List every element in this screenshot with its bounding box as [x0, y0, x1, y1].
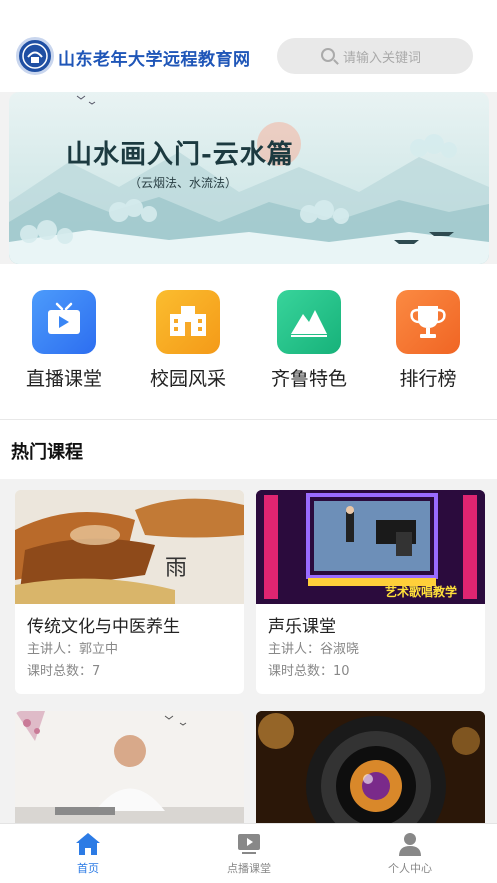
nav-campus-style[interactable]: 校园风采	[138, 290, 238, 391]
nav-label: 校园风采	[149, 368, 226, 390]
trophy-icon	[396, 290, 460, 354]
landscape-painting	[9, 95, 489, 264]
bottom-tab-bar: 首页 点播课堂 个人中心	[0, 823, 497, 883]
university-logo-icon	[16, 37, 54, 75]
search-input[interactable]: 请输入关键词	[277, 38, 473, 74]
video-play-icon	[236, 832, 262, 856]
nav-label: 齐鲁特色	[270, 368, 347, 390]
category-nav: 直播课堂 校园风采 齐鲁特色 排行榜	[0, 264, 497, 419]
search-icon	[321, 48, 335, 62]
tab-label: 个人中心	[388, 862, 432, 875]
svg-text:雨: 雨	[165, 556, 187, 581]
course-card[interactable]: 艺术歌唱教学 声乐课堂 主讲人：谷淑晓 课时总数：10	[256, 490, 485, 694]
nav-ranking[interactable]: 排行榜	[378, 290, 478, 391]
course-teacher: 主讲人：郭立中	[27, 642, 119, 657]
tv-icon	[32, 290, 96, 354]
course-title: 声乐课堂	[268, 617, 336, 637]
site-title: 山东老年大学远程教育网	[58, 50, 251, 70]
app-header: 山东老年大学远程教育网 请输入关键词	[0, 0, 497, 92]
course-lessons: 课时总数：7	[27, 664, 101, 679]
carousel-indicator	[235, 253, 266, 264]
search-placeholder: 请输入关键词	[343, 51, 422, 66]
banner-title: 山水画入门-云水篇	[66, 140, 294, 170]
course-title: 传统文化与中医养生	[27, 617, 180, 637]
course-card[interactable]	[256, 711, 485, 823]
nav-live-classroom[interactable]: 直播课堂	[14, 290, 114, 391]
nav-qilu-feature[interactable]: 齐鲁特色	[259, 290, 359, 391]
section-title: 热门课程	[11, 442, 83, 463]
nav-label: 直播课堂	[25, 368, 102, 390]
course-card[interactable]	[15, 711, 244, 823]
tab-label: 首页	[77, 862, 99, 875]
banner-subtitle: （云烟法、水流法）	[129, 176, 238, 190]
tab-home[interactable]: 首页	[38, 832, 138, 876]
tab-profile[interactable]: 个人中心	[360, 832, 460, 876]
course-card[interactable]: 雨 传统文化与中医养生 主讲人：郭立中 课时总数：7	[15, 490, 244, 694]
campus-building-icon	[156, 290, 220, 354]
course-thumbnail: 雨	[15, 490, 244, 604]
course-teacher: 主讲人：谷淑晓	[268, 642, 360, 657]
person-icon	[397, 832, 423, 856]
nav-label: 排行榜	[399, 368, 457, 390]
course-thumbnail	[256, 711, 485, 823]
course-lessons: 课时总数：10	[268, 664, 350, 679]
home-icon	[75, 832, 101, 856]
banner-carousel[interactable]: 山水画入门-云水篇 （云烟法、水流法）	[9, 92, 489, 264]
hot-courses-header: 热门课程	[0, 419, 497, 479]
tab-on-demand[interactable]: 点播课堂	[199, 832, 299, 876]
course-thumbnail: 艺术歌唱教学	[256, 490, 485, 604]
thumbnail-caption: 艺术歌唱教学	[384, 585, 457, 599]
course-thumbnail	[15, 711, 244, 823]
tab-label: 点播课堂	[227, 862, 271, 875]
mountain-icon	[277, 290, 341, 354]
